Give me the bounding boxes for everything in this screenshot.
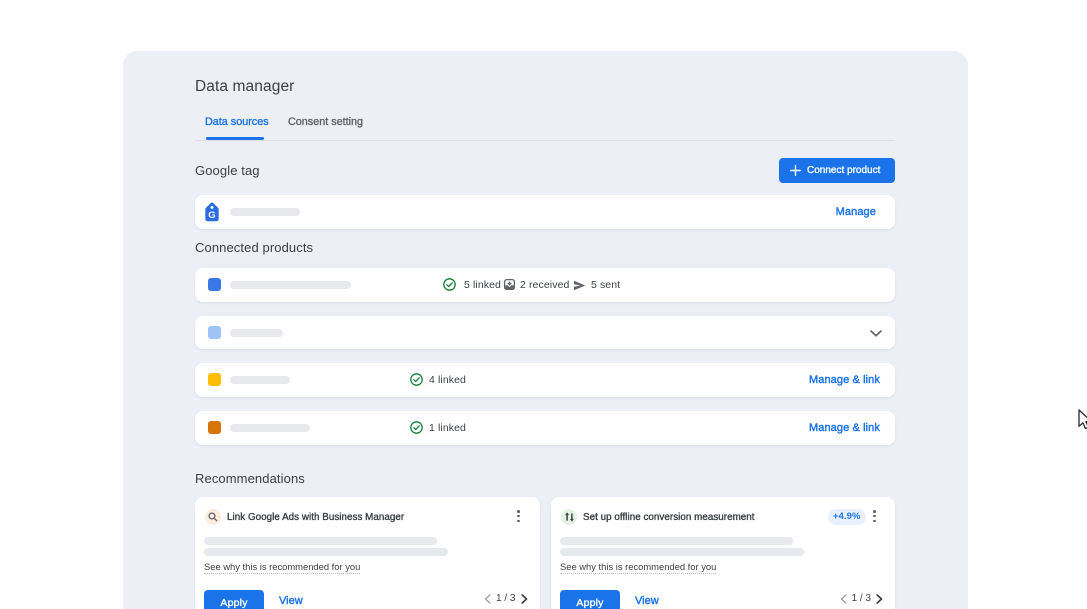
svg-text:G: G [208, 209, 215, 220]
